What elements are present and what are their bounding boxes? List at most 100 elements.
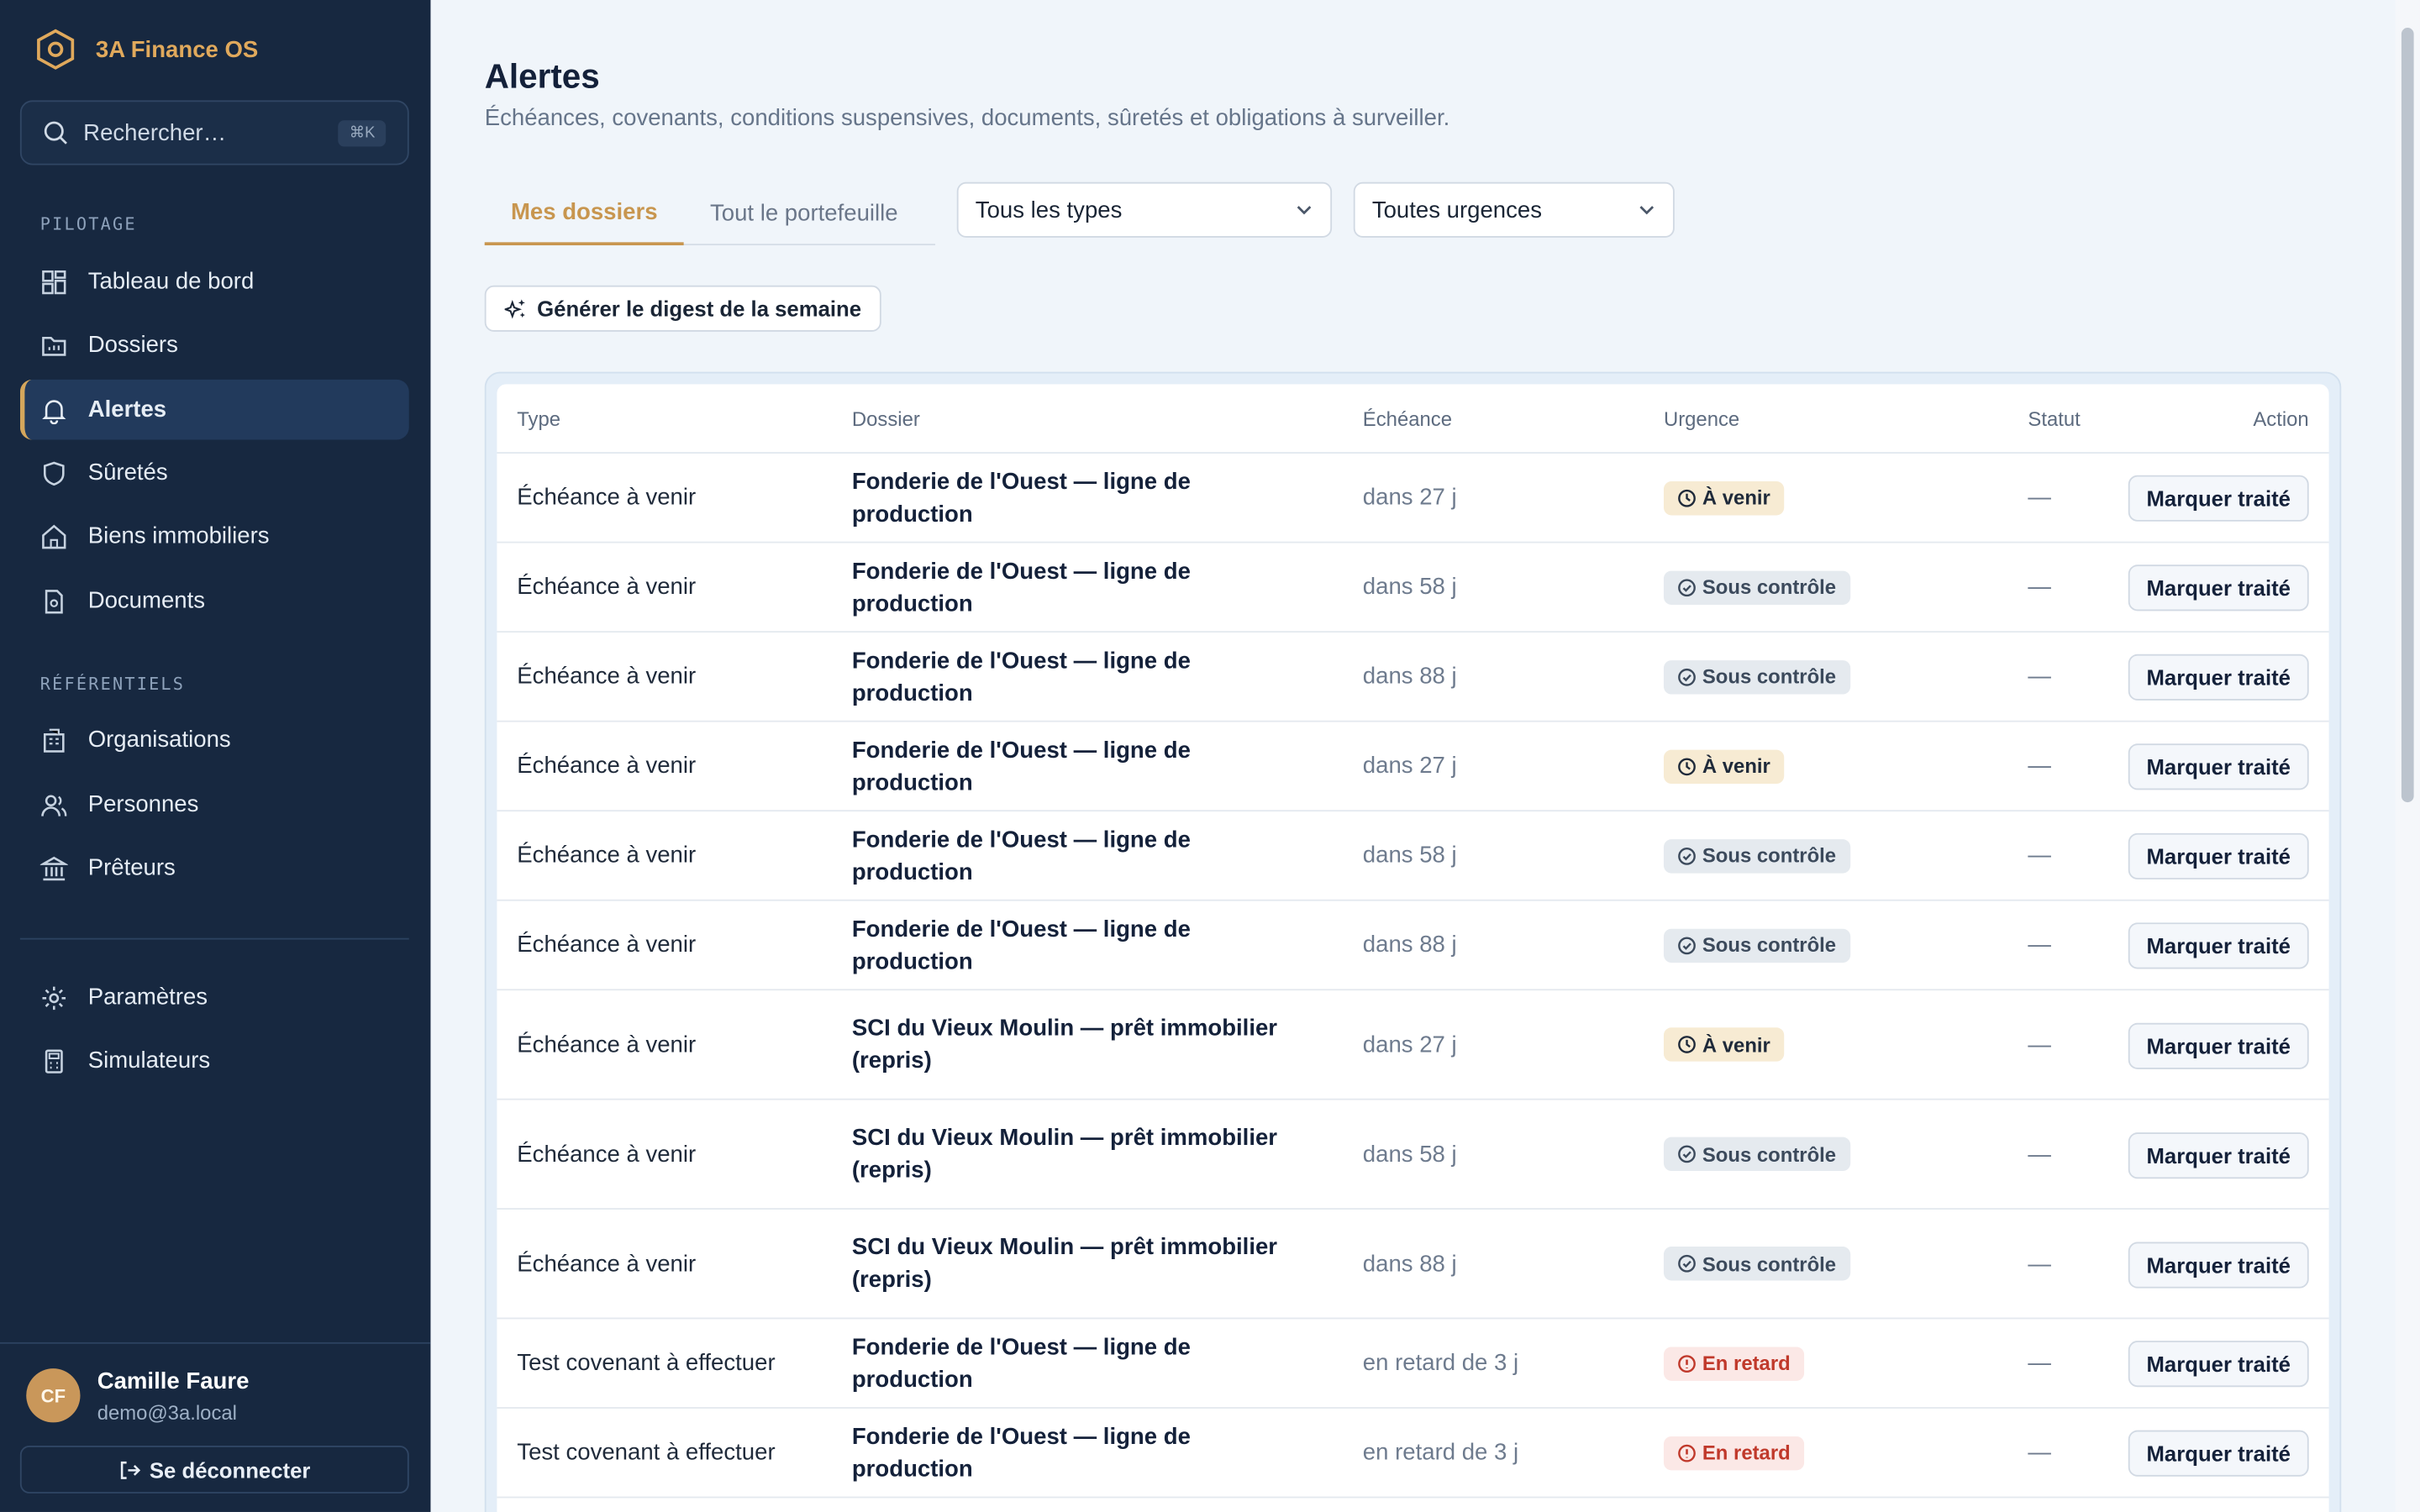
alerts-table: Type Dossier Échéance Urgence Statut Act… bbox=[497, 384, 2329, 1512]
column-header-echeance[interactable]: Échéance bbox=[1363, 407, 1452, 431]
sidebar-item-personnes[interactable]: Personnes bbox=[20, 774, 409, 835]
urgency-label: Sous contrôle bbox=[1702, 1142, 1837, 1166]
dossier-link[interactable]: Fonderie de l'Ouest — ligne de productio… bbox=[852, 633, 1300, 721]
check-circle-icon bbox=[1678, 847, 1696, 864]
dossier-link[interactable]: Fonderie de l'Ouest — ligne de productio… bbox=[852, 901, 1300, 990]
urgency-cell: En retard bbox=[1663, 1409, 1805, 1497]
dashboard-icon bbox=[42, 270, 66, 294]
mark-done-button[interactable]: Marquer traité bbox=[2128, 1021, 2309, 1068]
mark-done-button[interactable]: Marquer traité bbox=[2128, 743, 2309, 790]
mark-done-button[interactable]: Marquer traité bbox=[2128, 654, 2309, 701]
type-filter-select[interactable]: Tous les types bbox=[956, 181, 1333, 238]
chevron-down-icon bbox=[1297, 206, 1312, 215]
alert-type: Échéance à venir bbox=[517, 574, 697, 601]
column-header-urgence[interactable]: Urgence bbox=[1664, 407, 1739, 431]
column-header-statut[interactable]: Statut bbox=[2028, 407, 2080, 431]
tab-tout-le-portefeuille[interactable]: Tout le portefeuille bbox=[684, 182, 924, 245]
mark-done-button[interactable]: Marquer traité bbox=[2128, 475, 2309, 522]
logout-button[interactable]: Se déconnecter bbox=[19, 1445, 409, 1494]
avatar[interactable]: CF bbox=[26, 1368, 81, 1423]
urgency-cell: Sous contrôle bbox=[1663, 901, 1850, 990]
mark-done-button[interactable]: Marquer traité bbox=[2128, 1131, 2309, 1179]
alert-type: Échéance à venir bbox=[517, 1250, 697, 1277]
urgency-label: Sous contrôle bbox=[1702, 575, 1837, 599]
sidebar-item-label: Tableau de bord bbox=[87, 268, 255, 295]
table-row: Échéance à venir Fonderie de l'Ouest — li… bbox=[497, 811, 2329, 901]
sidebar-item-biens-immobiliers[interactable]: Biens immobiliers bbox=[20, 506, 409, 566]
alert-type: Échéance à venir bbox=[517, 753, 697, 780]
mark-done-button[interactable]: Marquer traité bbox=[2128, 1430, 2309, 1477]
table-row: Échéance à venir SCI du Vieux Moulin — pr… bbox=[497, 990, 2329, 1100]
dossier-link[interactable]: Fonderie de l'Ouest — ligne de productio… bbox=[852, 454, 1300, 542]
urgency-cell: À venir bbox=[1663, 722, 1785, 811]
urgency-label: Sous contrôle bbox=[1702, 1252, 1837, 1276]
building-icon bbox=[43, 727, 65, 752]
sidebar-item-label: Dossiers bbox=[87, 331, 178, 359]
column-header-action: Action bbox=[2253, 407, 2309, 431]
urgency-label: Sous contrôle bbox=[1702, 933, 1837, 957]
sidebar-item-dossiers[interactable]: Dossiers bbox=[20, 315, 409, 375]
sidebar-item-alertes[interactable]: Alertes bbox=[19, 379, 409, 440]
column-header-type[interactable]: Type bbox=[517, 407, 560, 431]
alert-type: Échéance à venir bbox=[517, 663, 697, 690]
urgency-badge: Sous contrôle bbox=[1663, 838, 1850, 873]
echeance-value: dans 27 j bbox=[1362, 1031, 1457, 1058]
mark-done-button[interactable]: Marquer traité bbox=[2128, 1341, 2309, 1388]
urgency-cell: Sous contrôle bbox=[1663, 1100, 1850, 1209]
urgency-cell: À venir bbox=[1663, 454, 1785, 542]
calculator-icon bbox=[45, 1048, 63, 1073]
check-circle-icon bbox=[1678, 668, 1696, 685]
sidebar-item-documents[interactable]: Documents bbox=[20, 571, 409, 632]
table-row: Test covenant à effectuer Fonderie de l'O… bbox=[497, 1409, 2329, 1499]
dossier-link[interactable]: Fonderie de l'Ouest — ligne de productio… bbox=[852, 811, 1300, 900]
user-email: demo@3a.local bbox=[97, 1400, 237, 1425]
table-row: Échéance à venir SCI du Vieux Moulin — pr… bbox=[497, 1100, 2329, 1210]
echeance-value: dans 88 j bbox=[1362, 663, 1457, 690]
clock-icon bbox=[1678, 488, 1696, 507]
urgency-badge: Sous contrôle bbox=[1663, 1247, 1850, 1281]
table-row: Échéance à venir Fonderie de l'Ouest — li… bbox=[497, 454, 2329, 543]
generate-digest-button[interactable]: Générer le digest de la semaine bbox=[484, 285, 881, 332]
urgency-badge: Sous contrôle bbox=[1663, 927, 1850, 963]
urgency-filter-select[interactable]: Toutes urgences bbox=[1353, 181, 1675, 238]
sidebar-item-parametres[interactable]: Paramètres bbox=[20, 968, 409, 1028]
alert-type: Échéance à venir bbox=[517, 932, 697, 958]
echeance-value: dans 58 j bbox=[1362, 1141, 1457, 1168]
clock-icon bbox=[1678, 1036, 1696, 1053]
urgency-label: En retard bbox=[1702, 1441, 1791, 1465]
sidebar-item-label: Paramètres bbox=[87, 984, 208, 1011]
sidebar-item-simulateurs[interactable]: Simulateurs bbox=[20, 1031, 409, 1091]
sidebar-item-organisations[interactable]: Organisations bbox=[20, 710, 409, 770]
sidebar-item-suretes[interactable]: Sûretés bbox=[20, 443, 409, 503]
dossier-link[interactable]: Fonderie de l'Ouest — ligne de productio… bbox=[852, 1409, 1300, 1497]
alert-type: Test covenant à effectuer bbox=[517, 1439, 776, 1466]
urgency-badge: Sous contrôle bbox=[1663, 1137, 1850, 1172]
status-value: — bbox=[2028, 484, 2051, 511]
mark-done-button[interactable]: Marquer traité bbox=[2128, 922, 2309, 969]
urgency-badge: En retard bbox=[1663, 1346, 1805, 1380]
chevron-down-icon bbox=[1639, 206, 1655, 215]
tab-mes-dossiers[interactable]: Mes dossiers bbox=[484, 182, 684, 246]
scrollbar-thumb[interactable] bbox=[2401, 28, 2414, 803]
gear-icon bbox=[42, 985, 66, 1010]
mark-done-button[interactable]: Marquer traité bbox=[2128, 832, 2309, 879]
sidebar-item-tableau-de-bord[interactable]: Tableau de bord bbox=[20, 251, 409, 312]
status-value: — bbox=[2028, 1439, 2051, 1466]
dossier-link[interactable]: SCI du Vieux Moulin — prêt immobilier (r… bbox=[852, 1100, 1300, 1209]
sidebar-item-preteurs[interactable]: Prêteurs bbox=[20, 837, 409, 898]
column-header-dossier[interactable]: Dossier bbox=[852, 407, 920, 431]
mark-done-button[interactable]: Marquer traité bbox=[2128, 1241, 2309, 1288]
dossier-link[interactable]: Fonderie de l'Ouest — ligne de productio… bbox=[852, 1319, 1300, 1407]
search-input[interactable]: Rechercher… ⌘K bbox=[19, 100, 409, 165]
bell-icon bbox=[42, 399, 66, 424]
sidebar-item-label: Simulateurs bbox=[87, 1047, 211, 1074]
echeance-value: dans 27 j bbox=[1362, 484, 1457, 511]
echeance-value: dans 88 j bbox=[1362, 932, 1457, 958]
dossier-link[interactable]: Fonderie de l'Ouest — ligne de productio… bbox=[852, 543, 1300, 632]
mark-done-button[interactable]: Marquer traité bbox=[2128, 564, 2309, 612]
dossier-link[interactable]: SCI du Vieux Moulin — prêt immobilier (r… bbox=[852, 1210, 1300, 1318]
dossier-link[interactable]: Fonderie de l'Ouest — ligne de productio… bbox=[852, 722, 1300, 811]
dossier-link[interactable]: SCI du Vieux Moulin — prêt immobilier (r… bbox=[852, 990, 1300, 1099]
page-scrollbar[interactable] bbox=[2395, 0, 2420, 1512]
brand[interactable]: 3A Finance OS bbox=[34, 28, 258, 71]
